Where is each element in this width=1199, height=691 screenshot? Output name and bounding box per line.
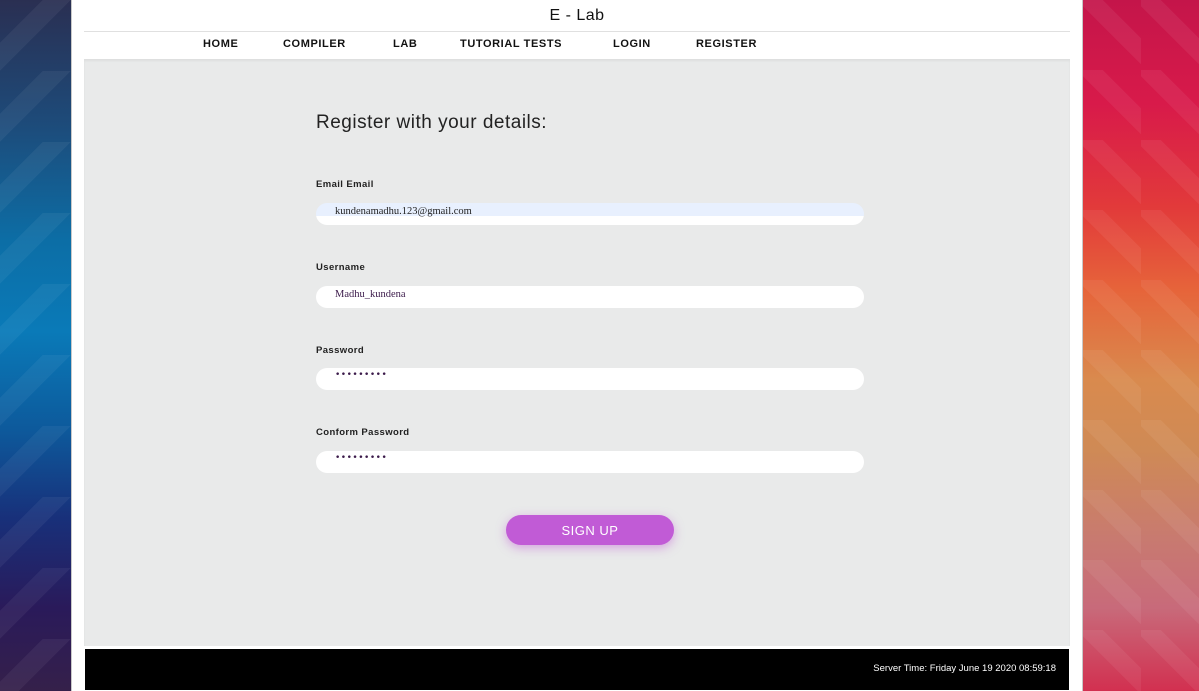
page-container: E - Lab HOME COMPILER LAB TUTORIAL TESTS… [71, 0, 1083, 691]
nav-home[interactable]: HOME [203, 38, 238, 50]
nav-tutorial-tests[interactable]: TUTORIAL TESTS [460, 38, 562, 50]
nav-register[interactable]: REGISTER [696, 38, 757, 50]
register-panel: Register with your details: Email Email … [84, 59, 1070, 646]
header-divider [84, 31, 1070, 32]
footer-bar: Server Time: Friday June 19 2020 08:59:1… [85, 649, 1069, 690]
username-field[interactable]: Madhu_kundena [316, 286, 864, 308]
username-value: Madhu_kundena [335, 289, 406, 300]
sign-up-button[interactable]: SIGN UP [506, 515, 674, 545]
nav-login[interactable]: LOGIN [613, 38, 651, 50]
email-label: Email Email [316, 179, 374, 190]
form-heading: Register with your details: [316, 112, 548, 133]
nav-compiler[interactable]: COMPILER [283, 38, 346, 50]
background-left-pattern [0, 0, 71, 691]
background-right-pattern [1083, 0, 1199, 691]
email-value: kundenamadhu.123@gmail.com [335, 206, 472, 217]
site-title: E - Lab [549, 7, 605, 24]
password-value: ••••••••• [335, 370, 388, 380]
nav-lab[interactable]: LAB [393, 38, 417, 50]
confirm-password-value: ••••••••• [335, 453, 388, 463]
password-field[interactable]: ••••••••• [316, 368, 864, 390]
confirm-password-field[interactable]: ••••••••• [316, 451, 864, 473]
server-time: Server Time: Friday June 19 2020 08:59:1… [873, 663, 1056, 674]
confirm-password-label: Conform Password [316, 427, 410, 438]
password-label: Password [316, 345, 365, 356]
email-field[interactable]: kundenamadhu.123@gmail.com [316, 203, 864, 225]
username-label: Username [316, 262, 366, 273]
